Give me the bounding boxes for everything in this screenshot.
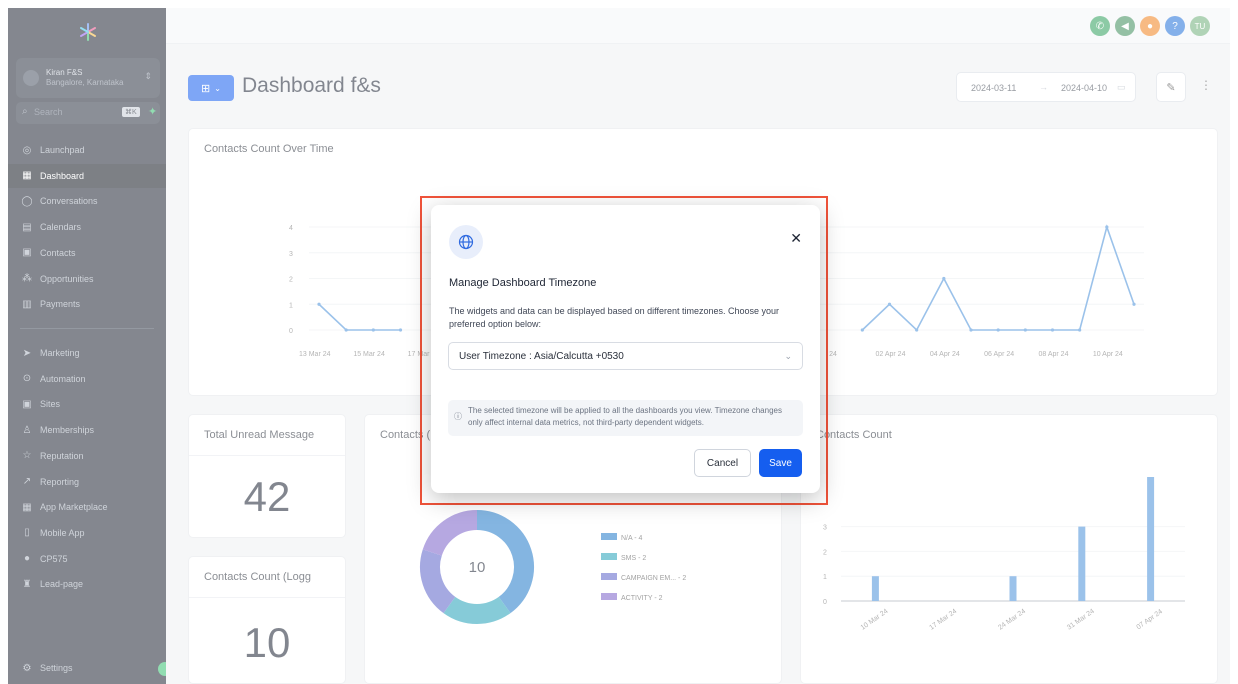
save-button[interactable]: Save (759, 449, 802, 477)
timezone-select-value: User Timezone : Asia/Calcutta +0530 (459, 351, 624, 362)
timezone-info-text: The selected timezone will be applied to… (468, 406, 782, 427)
chevron-down-icon: ⌄ (784, 351, 792, 361)
info-icon: ⓘ (454, 412, 462, 421)
close-icon[interactable]: ✕ (790, 230, 802, 247)
timezone-info-box: ⓘ The selected timezone will be applied … (448, 400, 803, 436)
modal-title: Manage Dashboard Timezone (449, 277, 597, 289)
timezone-modal: ✕ Manage Dashboard Timezone The widgets … (431, 205, 820, 493)
timezone-select[interactable]: User Timezone : Asia/Calcutta +0530 ⌄ (448, 342, 803, 370)
globe-icon (449, 225, 483, 259)
modal-description: The widgets and data can be displayed ba… (449, 306, 780, 329)
cancel-button[interactable]: Cancel (694, 449, 751, 477)
